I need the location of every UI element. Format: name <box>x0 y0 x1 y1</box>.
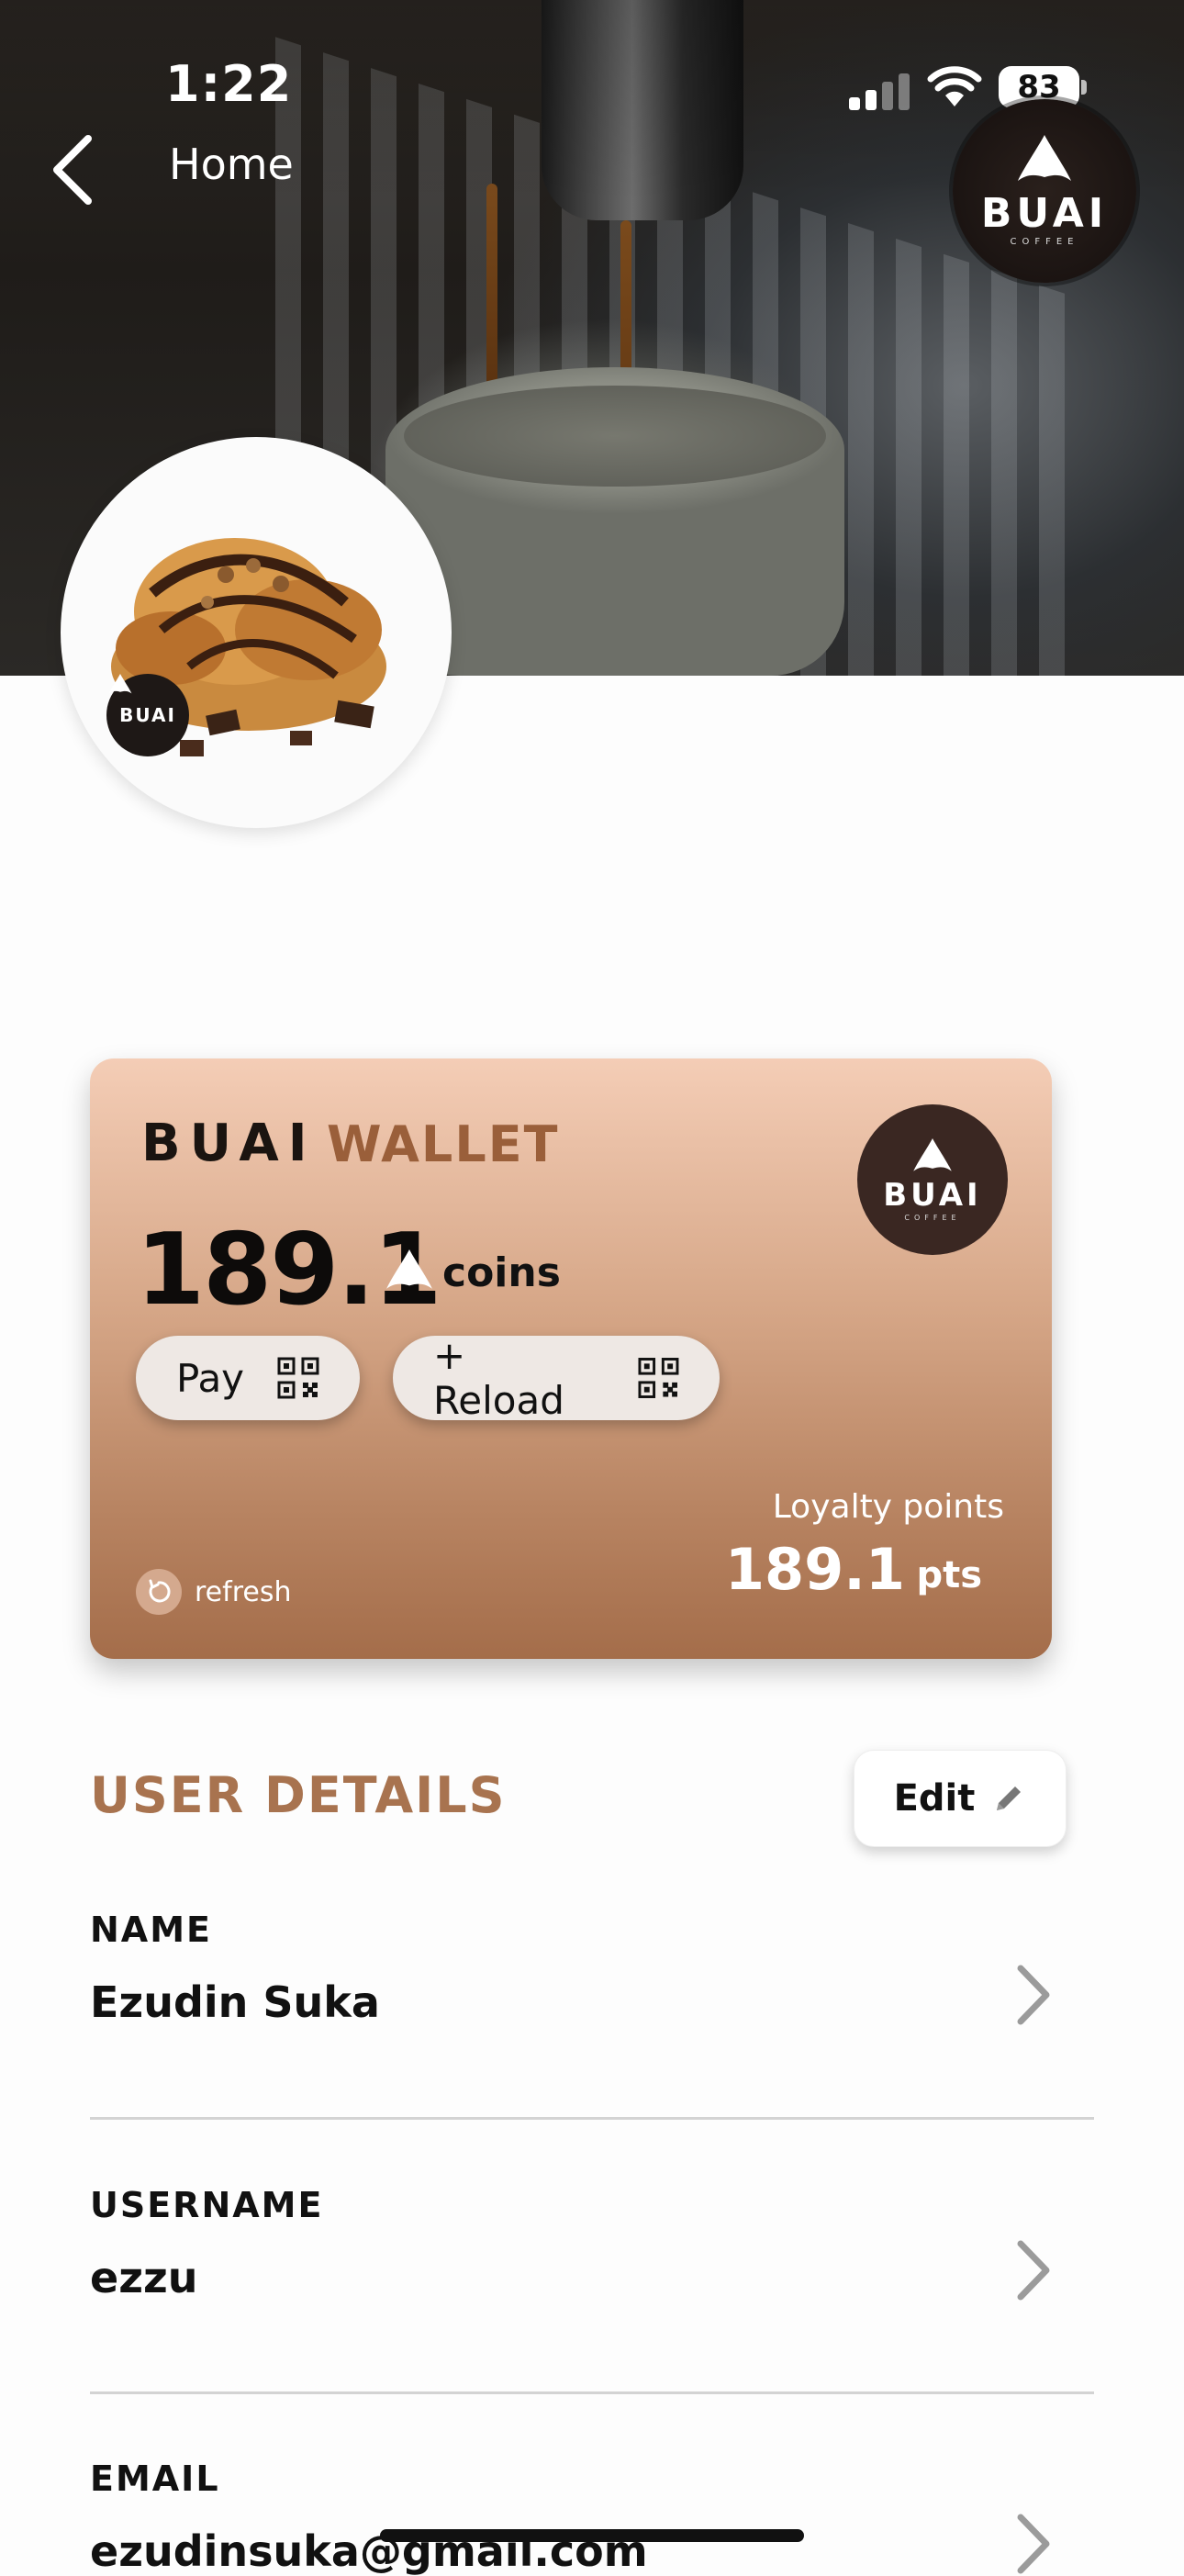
back-chevron-icon[interactable] <box>48 133 103 207</box>
wallet-title: WALLET <box>327 1115 560 1173</box>
username-label: USERNAME <box>90 2185 324 2225</box>
badge-brand-name: BUAI <box>119 704 176 726</box>
wallet-logo-drop-icon <box>913 1137 952 1171</box>
reload-button[interactable]: + Reload <box>393 1333 720 1423</box>
coin-drop-icon <box>386 1249 432 1289</box>
edit-label: Edit <box>893 1777 976 1820</box>
email-field[interactable]: EMAIL ezudinsuka@gmail.com <box>90 2458 1094 2576</box>
username-value: ezzu <box>90 2253 198 2302</box>
status-time: 1:22 <box>165 55 293 113</box>
edit-button[interactable]: Edit <box>854 1750 1067 1847</box>
reload-label: + Reload <box>433 1333 564 1423</box>
divider <box>90 2117 1094 2120</box>
badge-drop-icon <box>108 674 132 694</box>
wallet-logo-subtitle: COFFEE <box>904 1213 961 1222</box>
email-label: EMAIL <box>90 2458 220 2499</box>
back-button[interactable]: Home <box>169 140 294 189</box>
brand-name: BUAI <box>980 190 1109 237</box>
user-details-title: USER DETAILS <box>90 1766 507 1824</box>
name-field[interactable]: NAME Ezudin Suka <box>90 1910 1094 2027</box>
pay-button[interactable]: Pay <box>136 1336 360 1420</box>
divider <box>90 2391 1094 2394</box>
signal-icon <box>849 73 910 110</box>
balance-unit: coins <box>442 1249 561 1296</box>
loyalty-label: Loyalty points <box>772 1488 1004 1526</box>
wallet-logo-name: BUAI <box>883 1176 982 1214</box>
wallet-card: BUAI WALLET BUAI COFFEE 189.1 coins Pay … <box>90 1058 1052 1659</box>
loyalty-value: 189.1 <box>724 1536 905 1603</box>
refresh-icon <box>136 1569 182 1615</box>
wallet-logo: BUAI COFFEE <box>857 1104 1008 1255</box>
chevron-right-icon <box>1017 1965 1050 2025</box>
refresh-label: refresh <box>195 1575 292 1608</box>
pay-label: Pay <box>176 1355 245 1401</box>
refresh-button[interactable]: refresh <box>136 1569 291 1615</box>
croissant-image <box>111 538 386 756</box>
qr-code-icon <box>277 1357 319 1399</box>
avatar-brand-badge: BUAI <box>106 674 189 756</box>
wallet-brand: BUAI <box>141 1114 317 1173</box>
wifi-icon <box>927 66 982 106</box>
username-field[interactable]: USERNAME ezzu <box>90 2185 1094 2302</box>
brand-subtitle: COFFEE <box>1010 237 1079 247</box>
name-label: NAME <box>90 1910 212 1950</box>
name-value: Ezudin Suka <box>90 1977 380 2027</box>
qr-code-icon <box>638 1358 679 1398</box>
brand-logo: BUAI COFFEE <box>953 99 1136 283</box>
pencil-icon <box>997 1786 1022 1810</box>
logo-drop-icon <box>1018 135 1071 181</box>
home-indicator[interactable] <box>380 2529 804 2542</box>
chevron-right-icon <box>1017 2240 1050 2301</box>
profile-avatar[interactable]: BUAI <box>61 437 452 828</box>
loyalty-unit: pts <box>916 1554 982 1596</box>
